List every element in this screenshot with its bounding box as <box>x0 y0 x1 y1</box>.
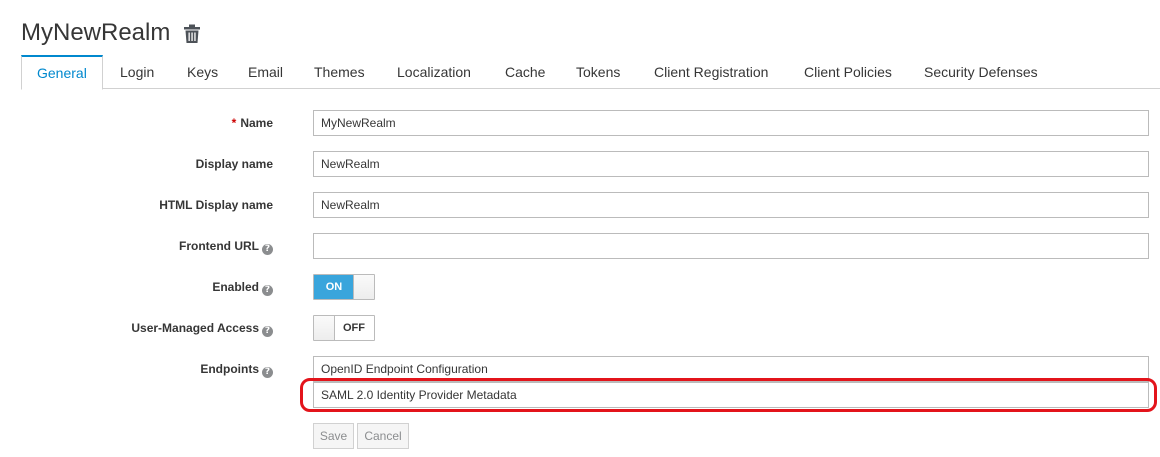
endpoints-label: Endpoints? <box>200 361 273 378</box>
name-input[interactable]: MyNewRealm <box>313 110 1149 136</box>
frontend-url-label: Frontend URL? <box>179 238 273 255</box>
tab-client-policies[interactable]: Client Policies <box>804 55 892 90</box>
endpoint-saml-idp-metadata[interactable]: SAML 2.0 Identity Provider Metadata <box>313 382 1149 408</box>
toggle-knob <box>314 316 335 340</box>
toggle-state-label: ON <box>314 275 354 299</box>
display-name-label: Display name <box>195 157 273 171</box>
html-display-name-label: HTML Display name <box>159 198 273 212</box>
tab-localization[interactable]: Localization <box>397 55 471 90</box>
settings-tabs: General Login Keys Email Themes Localiza… <box>21 55 1160 90</box>
tab-email[interactable]: Email <box>248 55 283 90</box>
cancel-button[interactable]: Cancel <box>357 423 409 449</box>
frontend-url-input[interactable] <box>313 233 1149 259</box>
help-icon[interactable]: ? <box>262 367 273 378</box>
tab-client-registration[interactable]: Client Registration <box>654 55 768 90</box>
tab-cache[interactable]: Cache <box>505 55 545 90</box>
name-label: * Name <box>231 116 273 130</box>
help-icon[interactable]: ? <box>262 244 273 255</box>
page-title: MyNewRealm <box>21 19 171 46</box>
tab-login[interactable]: Login <box>120 55 154 90</box>
enabled-label: Enabled? <box>212 279 273 296</box>
user-managed-access-toggle[interactable]: OFF <box>313 315 375 341</box>
tab-security-defenses[interactable]: Security Defenses <box>924 55 1038 90</box>
display-name-input[interactable]: NewRealm <box>313 151 1149 177</box>
required-marker: * <box>231 116 237 130</box>
realm-settings-page: MyNewRealm General Login Keys Email Them… <box>0 0 1160 457</box>
save-button[interactable]: Save <box>313 423 354 449</box>
enabled-toggle[interactable]: ON <box>313 274 375 300</box>
tab-general[interactable]: General <box>21 55 103 90</box>
toggle-state-label: OFF <box>343 322 365 334</box>
endpoint-openid-configuration[interactable]: OpenID Endpoint Configuration <box>313 356 1149 382</box>
tab-tokens[interactable]: Tokens <box>576 55 620 90</box>
user-managed-access-label: User-Managed Access? <box>131 320 273 337</box>
trash-icon[interactable] <box>183 24 201 44</box>
tab-keys[interactable]: Keys <box>187 55 218 90</box>
tab-themes[interactable]: Themes <box>314 55 365 90</box>
html-display-name-input[interactable]: NewRealm <box>313 192 1149 218</box>
help-icon[interactable]: ? <box>262 326 273 337</box>
toggle-knob <box>353 275 374 299</box>
help-icon[interactable]: ? <box>262 285 273 296</box>
